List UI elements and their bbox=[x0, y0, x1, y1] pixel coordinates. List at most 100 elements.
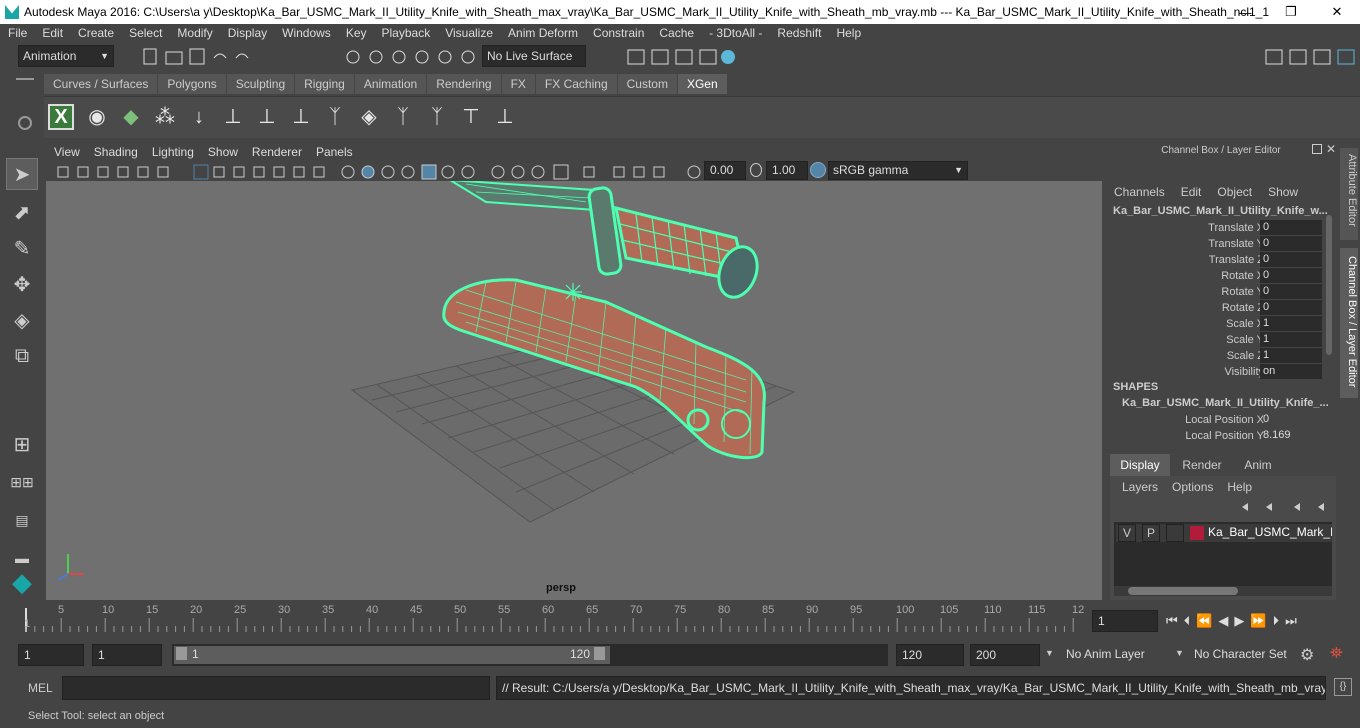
xgen-delete-guide-icon[interactable]: ⊥ bbox=[490, 101, 520, 133]
channel-row[interactable]: Rotate Y0 bbox=[1106, 284, 1336, 300]
shelf-tab-rigging[interactable]: Rigging bbox=[295, 74, 354, 94]
xgen-place-guides-icon[interactable]: ⁂ bbox=[150, 101, 180, 133]
channel-value[interactable]: 0 bbox=[1260, 220, 1322, 235]
xgen-groom-icon[interactable]: ᛉ bbox=[422, 101, 452, 133]
channel-value[interactable]: 0 bbox=[1260, 284, 1322, 299]
range-end-grip[interactable] bbox=[594, 647, 605, 660]
channel-row[interactable]: Scale X1 bbox=[1106, 316, 1336, 332]
menu-anim-deform[interactable]: Anim Deform bbox=[508, 26, 578, 40]
auto-key-icon[interactable]: ⚙ bbox=[1300, 645, 1314, 665]
attribute-editor-tab[interactable]: Attribute Editor bbox=[1340, 148, 1358, 240]
script-editor-icon[interactable]: {} bbox=[1334, 678, 1352, 696]
menu-file[interactable]: File bbox=[8, 26, 27, 40]
cb-menu-show[interactable]: Show bbox=[1268, 185, 1298, 199]
four-view-layout-icon[interactable]: ⊞⊞ bbox=[6, 466, 38, 498]
go-to-start-icon[interactable]: ⏮ bbox=[1166, 613, 1178, 629]
step-back-frame-icon[interactable]: ⏴ bbox=[1184, 613, 1191, 629]
playback-start-field[interactable]: 1 bbox=[92, 644, 162, 666]
viewport-menu-panels[interactable]: Panels bbox=[316, 145, 353, 159]
channel-row[interactable]: Local Position X0 bbox=[1106, 412, 1336, 428]
character-set-dropdown[interactable]: No Character Set bbox=[1190, 644, 1294, 666]
layer-tab-render[interactable]: Render bbox=[1172, 454, 1232, 476]
paint-select-tool-icon[interactable]: ✎ bbox=[6, 232, 38, 264]
layer-tab-anim[interactable]: Anim bbox=[1228, 454, 1288, 476]
cb-menu-object[interactable]: Object bbox=[1217, 185, 1252, 199]
lasso-tool-icon[interactable]: ⬈ bbox=[6, 196, 38, 228]
layer-scrollbar[interactable] bbox=[1114, 586, 1332, 596]
channel-value[interactable]: 8.169 bbox=[1260, 428, 1322, 443]
layer-menu-help[interactable]: Help bbox=[1227, 480, 1252, 494]
xgen-grass-icon[interactable]: ᛉ bbox=[320, 101, 350, 133]
layer-name[interactable]: Ka_Bar_USMC_Mark_II_Ut bbox=[1208, 525, 1332, 539]
xgen-lock-guide-icon[interactable]: ⊥ bbox=[286, 101, 316, 133]
channel-box-scrollbar[interactable] bbox=[1326, 215, 1332, 355]
single-view-layout-icon[interactable]: ⊞ bbox=[6, 428, 38, 460]
menu-help[interactable]: Help bbox=[836, 26, 861, 40]
channel-row[interactable]: Scale Z1 bbox=[1106, 348, 1336, 364]
shelf-tab-curves-surfaces[interactable]: Curves / Surfaces bbox=[44, 74, 158, 94]
playback-end-field[interactable]: 120 bbox=[896, 644, 964, 666]
menu-redshift[interactable]: Redshift bbox=[777, 26, 821, 40]
shelf-tab-fx-caching[interactable]: FX Caching bbox=[535, 74, 617, 94]
gamma-icon[interactable] bbox=[750, 163, 762, 177]
menu-create[interactable]: Create bbox=[78, 26, 114, 40]
shelf-tab-polygons[interactable]: Polygons bbox=[158, 74, 226, 94]
channel-value[interactable]: 0 bbox=[1260, 252, 1322, 267]
minimize-button[interactable]: — bbox=[1222, 0, 1268, 24]
close-button[interactable]: ✕ bbox=[1314, 0, 1360, 24]
channel-value[interactable]: on bbox=[1260, 364, 1322, 379]
current-frame-field[interactable]: 1 bbox=[1092, 610, 1158, 632]
shelf-tab-sculpting[interactable]: Sculpting bbox=[226, 74, 295, 94]
menu-edit[interactable]: Edit bbox=[42, 26, 63, 40]
layer-tab-display[interactable]: Display bbox=[1110, 454, 1170, 476]
maximize-button[interactable]: ❐ bbox=[1268, 0, 1314, 24]
layer-row[interactable]: V P Ka_Bar_USMC_Mark_II_Ut bbox=[1116, 524, 1332, 542]
xgen-guide-visibility-icon[interactable]: ⊥ bbox=[252, 101, 282, 133]
channel-row[interactable]: Local Position Y 8.169 bbox=[1106, 428, 1336, 444]
play-backwards-icon[interactable]: ◀ bbox=[1218, 613, 1228, 629]
menu-playback[interactable]: Playback bbox=[382, 26, 431, 40]
play-forwards-icon[interactable]: ▶ bbox=[1234, 613, 1244, 629]
step-back-key-icon[interactable]: ⏪ bbox=[1196, 613, 1212, 629]
viewport-menu-shading[interactable]: Shading bbox=[94, 145, 138, 159]
viewport-menu-view[interactable]: View bbox=[54, 145, 80, 159]
shelf-tab-custom[interactable]: Custom bbox=[617, 74, 677, 94]
menu-windows[interactable]: Windows bbox=[282, 26, 331, 40]
layer-menu-options[interactable]: Options bbox=[1172, 480, 1213, 494]
shelf-tab-xgen[interactable]: XGen bbox=[677, 74, 727, 94]
color-management-icon[interactable] bbox=[810, 162, 826, 178]
channel-box-tab[interactable]: Channel Box / Layer Editor bbox=[1340, 248, 1358, 398]
channel-row[interactable]: Rotate X0 bbox=[1106, 268, 1336, 284]
time-slider[interactable]: 1 5 10 15 20 25 30 35 40 45 50 55 60 65 … bbox=[20, 604, 1086, 634]
rotate-tool-icon[interactable]: ◈ bbox=[6, 304, 38, 336]
layer-visibility-toggle[interactable]: V bbox=[1118, 524, 1136, 542]
color-space-dropdown[interactable]: sRGB gamma ▼ bbox=[828, 161, 968, 180]
channel-value[interactable]: 1 bbox=[1260, 316, 1322, 331]
menu-display[interactable]: Display bbox=[228, 26, 267, 40]
channel-row[interactable]: Translate X0 bbox=[1106, 220, 1336, 236]
channel-row[interactable]: Visibility on bbox=[1106, 364, 1336, 380]
channel-value[interactable]: 0 bbox=[1260, 412, 1322, 427]
layer-reference-toggle[interactable] bbox=[1166, 524, 1184, 542]
viewport-menu-show[interactable]: Show bbox=[208, 145, 238, 159]
select-tool-icon[interactable]: ➤ bbox=[6, 158, 38, 190]
shelf-settings-icon[interactable] bbox=[18, 116, 32, 130]
xgen-preview-icon[interactable]: ◉ bbox=[82, 101, 112, 133]
channel-value[interactable]: 1 bbox=[1260, 348, 1322, 363]
shelf-tab-fx[interactable]: FX bbox=[501, 74, 535, 94]
layer-playback-toggle[interactable]: P bbox=[1142, 524, 1160, 542]
step-forward-frame-icon[interactable]: ⏵ bbox=[1273, 613, 1280, 629]
animation-start-field[interactable]: 1 bbox=[18, 644, 84, 666]
menu-cache[interactable]: Cache bbox=[659, 26, 694, 40]
shelf-menu-icon[interactable] bbox=[16, 78, 34, 94]
xgen-editor-icon[interactable]: X bbox=[48, 104, 74, 130]
mel-label[interactable]: MEL bbox=[28, 681, 53, 695]
cb-menu-edit[interactable]: Edit bbox=[1181, 185, 1202, 199]
xgen-cut-icon[interactable]: ⊤ bbox=[456, 101, 486, 133]
range-slider-handle[interactable] bbox=[174, 646, 610, 664]
viewport-panel[interactable]: persp bbox=[46, 162, 1102, 600]
channel-row[interactable]: Rotate Z0 bbox=[1106, 300, 1336, 316]
gamma-field[interactable]: 1.00 bbox=[766, 161, 808, 180]
menu-3dtoall[interactable]: - 3DtoAll - bbox=[709, 26, 762, 40]
layer-menu-layers[interactable]: Layers bbox=[1122, 480, 1158, 494]
